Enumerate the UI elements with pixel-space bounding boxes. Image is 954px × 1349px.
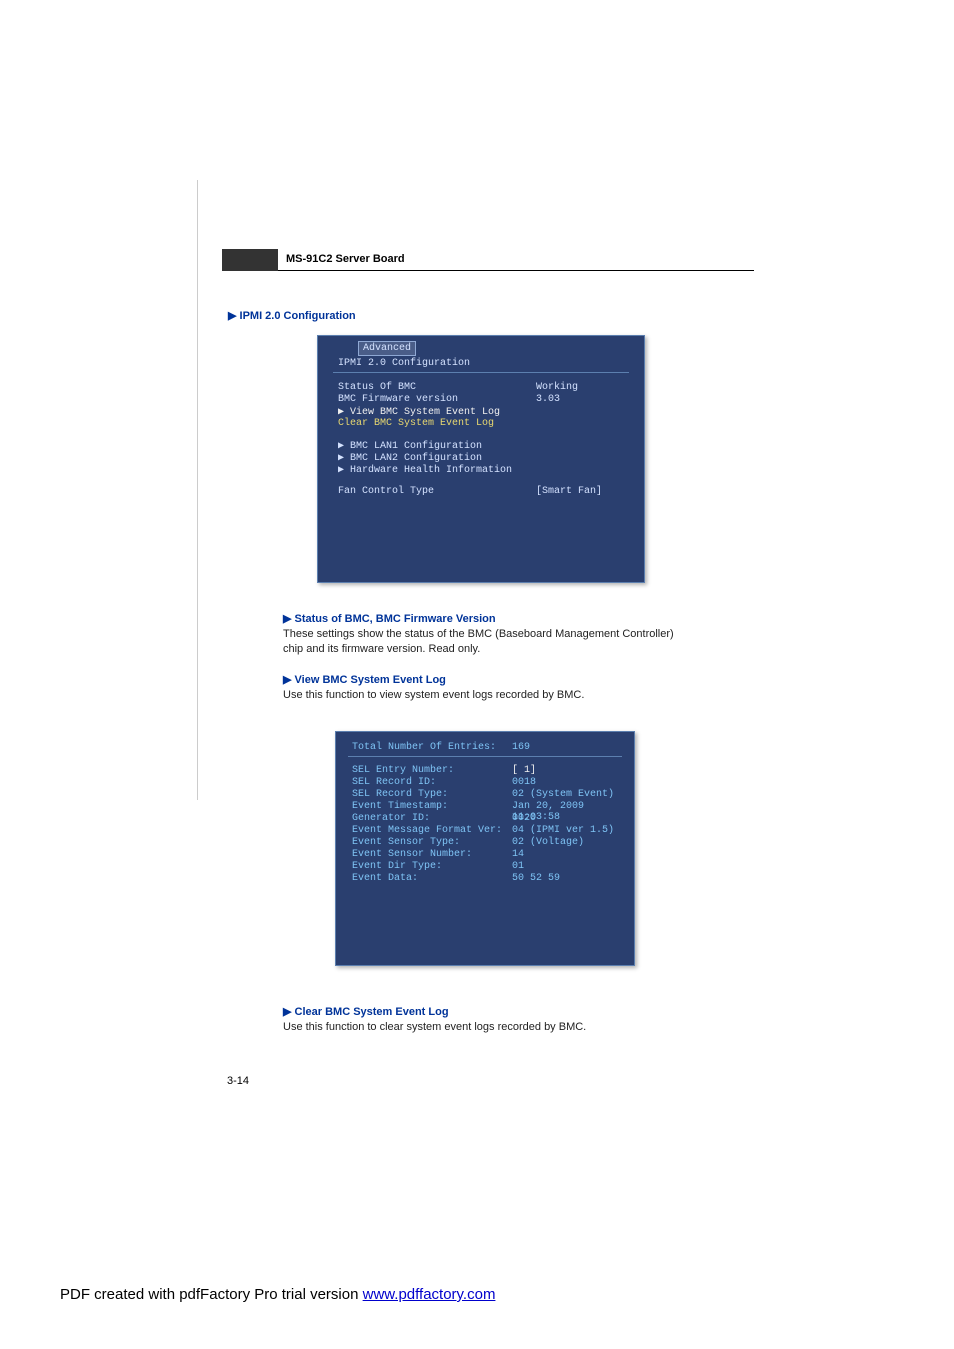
- sel-row-label: Event Sensor Type:: [352, 837, 460, 848]
- footer-text: PDF created with pdfFactory Pro trial ve…: [60, 1286, 363, 1303]
- bios-title: IPMI 2.0 Configuration: [338, 358, 470, 369]
- header-dark-block: [222, 249, 278, 271]
- sel-row-label: Event Data:: [352, 873, 418, 884]
- paragraph-view-log: ▶ View BMC System Event Log Use this fun…: [283, 673, 683, 703]
- sel-row-value: 0020: [512, 813, 536, 824]
- bios-screenshot-ipmi: Advanced IPMI 2.0 Configuration Status O…: [317, 335, 645, 583]
- sel-row-label: Event Sensor Number:: [352, 849, 472, 860]
- para-text: Use this function to clear system event …: [283, 1021, 586, 1033]
- section-title: ▶ IPMI 2.0 Configuration: [228, 309, 356, 322]
- header-title: MS-91C2 Server Board: [286, 253, 405, 265]
- bios-tab-advanced: Advanced: [358, 341, 416, 356]
- sel-row-value: 02 (System Event): [512, 789, 614, 800]
- bios-divider: [333, 372, 629, 373]
- sel-row-value: 0018: [512, 777, 536, 788]
- page: MS-91C2 Server Board ▶ IPMI 2.0 Configur…: [0, 0, 954, 1349]
- sel-header-label: Total Number Of Entries:: [352, 742, 496, 753]
- bios-row-label: ▶ BMC LAN2 Configuration: [338, 452, 482, 464]
- sel-row-value: 04 (IPMI ver 1.5): [512, 825, 614, 836]
- footer: PDF created with pdfFactory Pro trial ve…: [60, 1286, 495, 1303]
- vertical-divider: [197, 180, 198, 800]
- para-heading: ▶ View BMC System Event Log: [283, 674, 446, 686]
- bios-row-label: ▶ Hardware Health Information: [338, 464, 512, 476]
- sel-row-value: 01: [512, 861, 524, 872]
- para-heading: ▶ Clear BMC System Event Log: [283, 1006, 449, 1018]
- sel-row-label: Event Timestamp:: [352, 801, 448, 812]
- sel-row-label: SEL Record Type:: [352, 789, 448, 800]
- sel-row-value: 14: [512, 849, 524, 860]
- para-text: Use this function to view system event l…: [283, 689, 584, 701]
- sel-row-label: Generator ID:: [352, 813, 430, 824]
- sel-row-value: 02 (Voltage): [512, 837, 584, 848]
- footer-link[interactable]: www.pdffactory.com: [363, 1286, 496, 1303]
- bios-row-label: BMC Firmware version: [338, 394, 458, 405]
- bios-row-label: Fan Control Type: [338, 486, 434, 497]
- bios-row-label: Status Of BMC: [338, 382, 416, 393]
- para-heading: ▶ Status of BMC, BMC Firmware Version: [283, 613, 496, 625]
- sel-header-value: 169: [512, 742, 530, 753]
- bios-divider: [348, 756, 622, 757]
- bios-row-value: Working: [536, 382, 578, 393]
- bios-row-label: Clear BMC System Event Log: [338, 418, 494, 429]
- sel-row-label: Event Dir Type:: [352, 861, 442, 872]
- bios-row-value: 3.03: [536, 394, 560, 405]
- paragraph-clear-log: ▶ Clear BMC System Event Log Use this fu…: [283, 1005, 683, 1035]
- bios-row-label: ▶ BMC LAN1 Configuration: [338, 440, 482, 452]
- bios-row-value: [Smart Fan]: [536, 486, 602, 497]
- sel-row-value: [ 1]: [512, 765, 536, 776]
- header-underline: [278, 270, 754, 271]
- sel-row-value: 50 52 59: [512, 873, 560, 884]
- para-text: These settings show the status of the BM…: [283, 628, 674, 655]
- page-number: 3-14: [227, 1075, 249, 1087]
- bios-row-label: ▶ View BMC System Event Log: [338, 406, 500, 418]
- bios-screenshot-sel: Total Number Of Entries: 169 SEL Entry N…: [335, 731, 635, 966]
- sel-row-label: SEL Entry Number:: [352, 765, 454, 776]
- sel-row-label: Event Message Format Ver:: [352, 825, 502, 836]
- paragraph-status-bmc: ▶ Status of BMC, BMC Firmware Version Th…: [283, 612, 683, 657]
- sel-row-label: SEL Record ID:: [352, 777, 436, 788]
